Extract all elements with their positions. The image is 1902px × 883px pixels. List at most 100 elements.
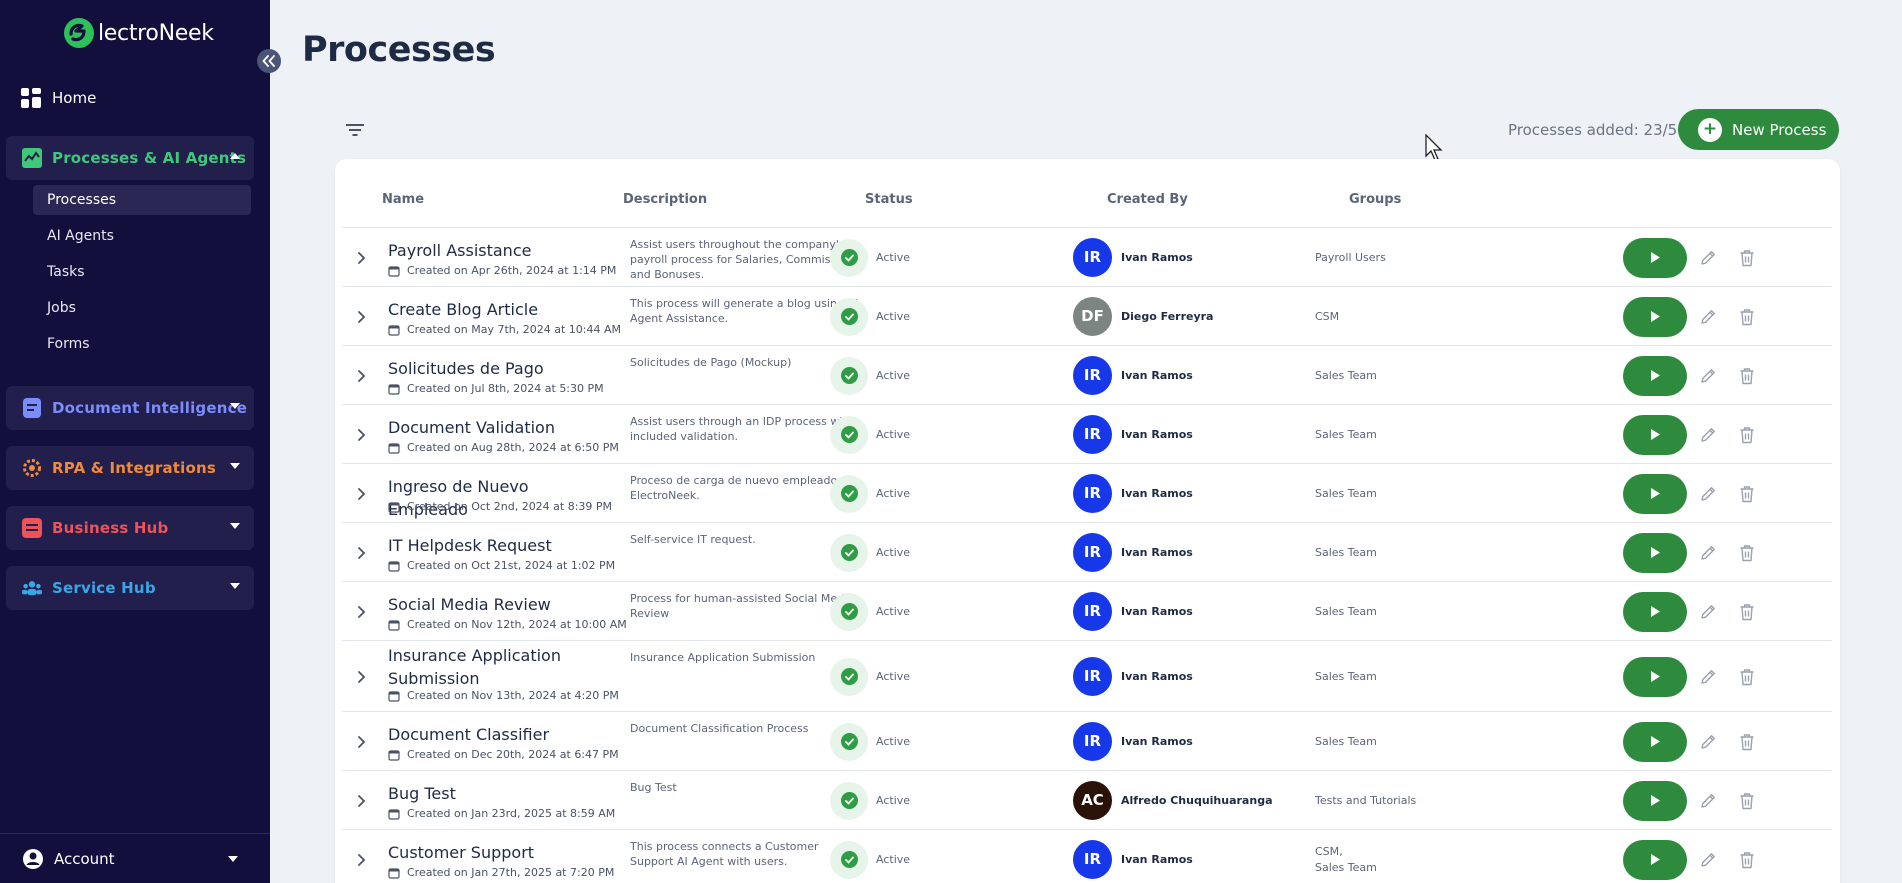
table-row[interactable]: Insurance Application Submission Created… xyxy=(342,640,1832,711)
process-name[interactable]: Social Media Review xyxy=(388,593,603,616)
chevron-right-icon[interactable] xyxy=(354,670,368,684)
run-process-button[interactable] xyxy=(1623,780,1687,821)
edit-button[interactable] xyxy=(1697,306,1719,328)
business-icon xyxy=(22,518,42,538)
sidebar-section-label: Document Intelligence xyxy=(52,399,248,417)
run-process-button[interactable] xyxy=(1623,591,1687,632)
sidebar-section-business-hub[interactable]: Business Hub xyxy=(6,506,254,550)
delete-button[interactable] xyxy=(1736,424,1758,446)
status-text: Active xyxy=(876,670,911,683)
avatar: IR xyxy=(1073,414,1112,454)
sidebar-item-ai-agents[interactable]: AI Agents xyxy=(33,221,251,251)
filter-button[interactable] xyxy=(343,118,367,142)
sidebar-item-forms[interactable]: Forms xyxy=(33,329,251,359)
delete-button[interactable] xyxy=(1736,365,1758,387)
table-row[interactable]: Ingreso de Nuevo Empleado Created on Oct… xyxy=(342,463,1832,522)
delete-button[interactable] xyxy=(1736,731,1758,753)
table-row[interactable]: Document Classifier Created on Dec 20th,… xyxy=(342,711,1832,770)
electroneek-logo[interactable]: lectroNeek xyxy=(62,14,214,52)
process-name[interactable]: Document Validation xyxy=(388,416,603,439)
new-process-button[interactable]: + New Process xyxy=(1678,109,1839,150)
column-header-status[interactable]: Status xyxy=(865,192,913,207)
run-process-button[interactable] xyxy=(1623,473,1687,514)
edit-button[interactable] xyxy=(1697,666,1719,688)
process-name[interactable]: Solicitudes de Pago xyxy=(388,357,603,380)
table-row[interactable]: Customer Support Created on Jan 27th, 20… xyxy=(342,829,1832,883)
table-row[interactable]: IT Helpdesk Request Created on Oct 21st,… xyxy=(342,522,1832,581)
process-name[interactable]: Ingreso de Nuevo Empleado xyxy=(388,475,603,521)
run-process-button[interactable] xyxy=(1623,721,1687,762)
run-process-button[interactable] xyxy=(1623,656,1687,697)
chevron-right-icon[interactable] xyxy=(354,251,368,265)
process-name[interactable]: Customer Support xyxy=(388,841,603,864)
table-row[interactable]: Create Blog Article Created on May 7th, … xyxy=(342,286,1832,345)
status-ring xyxy=(830,533,868,572)
trash-icon xyxy=(1740,249,1754,266)
account-menu[interactable]: Account xyxy=(0,833,270,883)
delete-button[interactable] xyxy=(1736,849,1758,871)
edit-button[interactable] xyxy=(1697,424,1719,446)
sidebar-section-document-intelligence[interactable]: Document Intelligence xyxy=(6,386,254,430)
chevron-right-icon[interactable] xyxy=(354,853,368,867)
delete-button[interactable] xyxy=(1736,601,1758,623)
sidebar-section-service-hub[interactable]: Service Hub xyxy=(6,566,254,610)
sidebar-item-tasks[interactable]: Tasks xyxy=(33,257,251,287)
table-row[interactable]: Solicitudes de Pago Created on Jul 8th, … xyxy=(342,345,1832,404)
chevron-right-icon[interactable] xyxy=(354,794,368,808)
run-process-button[interactable] xyxy=(1623,532,1687,573)
edit-button[interactable] xyxy=(1697,365,1719,387)
chevron-right-icon[interactable] xyxy=(354,428,368,442)
process-name[interactable]: Bug Test xyxy=(388,782,603,805)
table-row[interactable]: Bug Test Created on Jan 23rd, 2025 at 8:… xyxy=(342,770,1832,829)
process-name[interactable]: Create Blog Article xyxy=(388,298,603,321)
delete-button[interactable] xyxy=(1736,247,1758,269)
chevron-right-icon[interactable] xyxy=(354,487,368,501)
chevron-right-icon[interactable] xyxy=(354,369,368,383)
grid-icon xyxy=(21,88,41,108)
process-name[interactable]: Insurance Application Submission xyxy=(388,644,603,690)
delete-button[interactable] xyxy=(1736,790,1758,812)
edit-button[interactable] xyxy=(1697,731,1719,753)
table-row[interactable]: Social Media Review Created on Nov 12th,… xyxy=(342,581,1832,640)
edit-button[interactable] xyxy=(1697,247,1719,269)
logo-text: lectroNeek xyxy=(98,20,214,46)
sidebar-item-home[interactable]: Home xyxy=(20,86,96,110)
sidebar-section-processes[interactable]: Processes & AI Agents xyxy=(6,136,254,180)
chevron-down-icon xyxy=(230,583,240,589)
people-icon xyxy=(22,578,42,598)
chevron-right-icon[interactable] xyxy=(354,605,368,619)
run-process-button[interactable] xyxy=(1623,839,1687,880)
status-text: Active xyxy=(876,853,911,866)
delete-button[interactable] xyxy=(1736,666,1758,688)
collapse-sidebar-button[interactable] xyxy=(257,49,281,73)
process-created-date: Created on Oct 21st, 2024 at 1:02 PM xyxy=(388,559,615,572)
calendar-icon xyxy=(388,265,400,277)
chevron-right-icon[interactable] xyxy=(354,546,368,560)
process-name[interactable]: IT Helpdesk Request xyxy=(388,534,603,557)
created-date-text: Created on Aug 28th, 2024 at 6:50 PM xyxy=(407,441,619,454)
edit-button[interactable] xyxy=(1697,483,1719,505)
sidebar-section-rpa[interactable]: RPA & Integrations xyxy=(6,446,254,490)
status-badge: Active xyxy=(830,840,911,879)
delete-button[interactable] xyxy=(1736,306,1758,328)
process-name[interactable]: Payroll Assistance xyxy=(388,239,603,262)
edit-button[interactable] xyxy=(1697,790,1719,812)
process-name[interactable]: Document Classifier xyxy=(388,723,603,746)
chevron-right-icon[interactable] xyxy=(354,310,368,324)
table-row[interactable]: Payroll Assistance Created on Apr 26th, … xyxy=(342,227,1832,286)
run-process-button[interactable] xyxy=(1623,296,1687,337)
edit-button[interactable] xyxy=(1697,542,1719,564)
run-process-button[interactable] xyxy=(1623,355,1687,396)
delete-button[interactable] xyxy=(1736,542,1758,564)
column-header-name[interactable]: Name xyxy=(382,192,424,207)
chevron-right-icon[interactable] xyxy=(354,735,368,749)
edit-button[interactable] xyxy=(1697,601,1719,623)
table-row[interactable]: Document Validation Created on Aug 28th,… xyxy=(342,404,1832,463)
run-process-button[interactable] xyxy=(1623,237,1687,278)
edit-button[interactable] xyxy=(1697,849,1719,871)
delete-button[interactable] xyxy=(1736,483,1758,505)
run-process-button[interactable] xyxy=(1623,414,1687,455)
sidebar-item-jobs[interactable]: Jobs xyxy=(33,293,251,323)
column-header-created-by[interactable]: Created By xyxy=(1107,192,1188,207)
sidebar-item-processes[interactable]: Processes xyxy=(33,185,251,215)
